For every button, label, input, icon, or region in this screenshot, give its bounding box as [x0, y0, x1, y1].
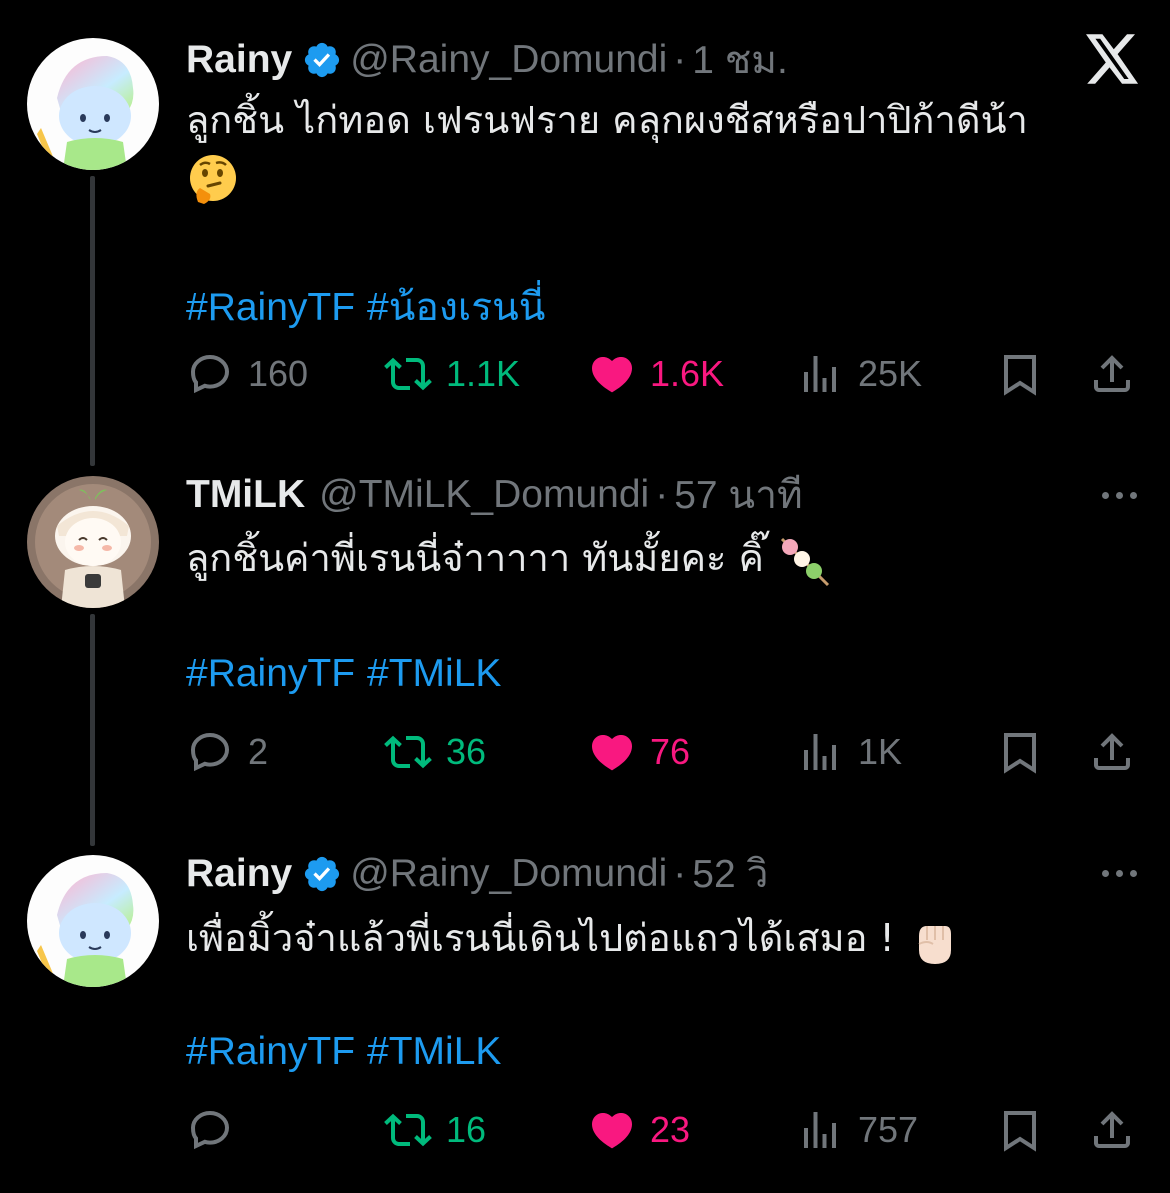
- share-icon: [1094, 1111, 1130, 1148]
- reply-icon: [190, 354, 230, 394]
- tweet-actions: 16 23 757: [186, 1102, 1146, 1158]
- share-icon: [1094, 355, 1130, 392]
- bookmark-button[interactable]: [996, 724, 1044, 780]
- views-button[interactable]: 1K: [796, 724, 902, 780]
- like-count: 76: [650, 731, 691, 772]
- separator-dot: ·: [655, 473, 669, 516]
- avatar-rainy-image: [27, 855, 159, 987]
- tweet-text-line: ลูกชิ้น ไก่ทอด เฟรนฟราย คลุกผงชีสหรือปาป…: [186, 98, 1028, 142]
- separator-dot: ·: [673, 38, 687, 81]
- raised-fist-icon: [918, 925, 951, 964]
- tweet-actions: 2 36 76 1K: [186, 724, 1146, 780]
- handle[interactable]: @TMiLK_Domundi: [319, 473, 649, 517]
- hashtag-link[interactable]: #น้องเรนนี่: [367, 286, 545, 329]
- timestamp[interactable]: 57 นาที: [674, 464, 802, 526]
- reply-count: 160: [248, 353, 309, 394]
- avatar-tmilk[interactable]: [27, 476, 159, 608]
- share-button[interactable]: [1088, 1102, 1136, 1158]
- share-button[interactable]: [1088, 346, 1136, 402]
- display-name[interactable]: TMiLK: [186, 473, 305, 517]
- like-button[interactable]: 1.6K: [588, 346, 724, 402]
- like-count: 23: [650, 1109, 691, 1150]
- like-icon: [591, 735, 633, 771]
- bookmark-icon: [1004, 1111, 1036, 1152]
- tweet-header: Rainy @Rainy_Domundi · 1 ชม.: [186, 35, 788, 85]
- views-icon: [804, 356, 836, 392]
- handle[interactable]: @Rainy_Domundi: [350, 852, 667, 896]
- retweet-icon: [384, 735, 432, 769]
- more-icon[interactable]: [1102, 492, 1137, 499]
- views-count: 757: [858, 1109, 919, 1150]
- retweet-count: 16: [446, 1109, 487, 1150]
- timestamp[interactable]: 52 วิ: [692, 843, 768, 905]
- verified-badge-icon[interactable]: [302, 40, 342, 80]
- retweet-icon: [384, 1113, 432, 1147]
- timestamp[interactable]: 1 ชม.: [692, 29, 788, 91]
- like-icon: [591, 1113, 633, 1149]
- hashtags: #RainyTF #TMiLK: [186, 652, 513, 696]
- verified-badge-icon[interactable]: [302, 854, 342, 894]
- tweet-header: Rainy @Rainy_Domundi · 52 วิ: [186, 849, 768, 899]
- views-button[interactable]: 25K: [796, 346, 922, 402]
- handle[interactable]: @Rainy_Domundi: [350, 38, 667, 82]
- retweet-count: 36: [446, 731, 487, 772]
- retweet-button[interactable]: 1.1K: [384, 346, 520, 402]
- views-icon: [804, 734, 836, 770]
- thread-line-1: [90, 176, 95, 466]
- views-button[interactable]: 757: [796, 1102, 918, 1158]
- share-button[interactable]: [1088, 724, 1136, 780]
- views-icon: [804, 1112, 836, 1148]
- thread-line-2: [90, 614, 95, 846]
- hashtag-link[interactable]: #TMiLK: [367, 652, 501, 695]
- bookmark-button[interactable]: [996, 1102, 1044, 1158]
- reply-icon: [190, 1110, 230, 1150]
- x-logo-icon[interactable]: [1086, 34, 1140, 84]
- avatar-tmilk-image: [27, 476, 159, 608]
- bookmark-icon: [1004, 733, 1036, 774]
- thinking-face-icon: [190, 154, 236, 204]
- tweet-actions: 160 1.1K 1.6K 25K: [186, 346, 1146, 402]
- like-count: 1.6K: [650, 353, 725, 394]
- bookmark-icon: [1004, 355, 1036, 396]
- like-button[interactable]: 76: [588, 724, 690, 780]
- avatar-rainy[interactable]: [27, 38, 159, 170]
- reply-button[interactable]: 160: [186, 346, 308, 402]
- display-name[interactable]: Rainy: [186, 852, 292, 896]
- reply-button[interactable]: 2: [186, 724, 268, 780]
- views-count: 1K: [858, 731, 903, 772]
- avatar-rainy[interactable]: [27, 855, 159, 987]
- tweet-text-line: เพื่อมิ้วจ๋าแล้วพี่เรนนี่เดินไปต่อแถวได้…: [186, 916, 895, 960]
- avatar-rainy-image: [27, 38, 159, 170]
- dango-icon: [780, 537, 830, 586]
- more-icon[interactable]: [1102, 870, 1137, 877]
- hashtag-link[interactable]: #RainyTF: [186, 286, 355, 329]
- separator-dot: ·: [673, 852, 687, 895]
- views-count: 25K: [858, 353, 923, 394]
- reply-count: 2: [248, 731, 269, 772]
- tweet-text: เพื่อมิ้วจ๋าแล้วพี่เรนนี่เดินไปต่อแถวได้…: [186, 910, 961, 968]
- retweet-count: 1.1K: [446, 353, 521, 394]
- hashtags: #RainyTF #น้องเรนนี่: [186, 276, 557, 338]
- like-button[interactable]: 23: [588, 1102, 690, 1158]
- retweet-button[interactable]: 16: [384, 1102, 486, 1158]
- tweet-text: ลูกชิ้นค่าพี่เรนนี่จ๋าาาาา ทันมั้ยคะ คิ๊: [186, 530, 832, 589]
- hashtags: #RainyTF #TMiLK: [186, 1030, 513, 1074]
- display-name[interactable]: Rainy: [186, 38, 292, 82]
- like-icon: [591, 357, 633, 393]
- reply-button[interactable]: [186, 1102, 248, 1158]
- bookmark-button[interactable]: [996, 346, 1044, 402]
- share-icon: [1094, 733, 1130, 770]
- hashtag-link[interactable]: #TMiLK: [367, 1030, 501, 1073]
- tweet-header: TMiLK @TMiLK_Domundi · 57 นาที: [186, 470, 803, 520]
- hashtag-link[interactable]: #RainyTF: [186, 652, 355, 695]
- reply-icon: [190, 732, 230, 772]
- hashtag-link[interactable]: #RainyTF: [186, 1030, 355, 1073]
- tweet-text: ลูกชิ้น ไก่ทอด เฟรนฟราย คลุกผงชีสหรือปาป…: [186, 92, 1028, 206]
- tweet-text-line: ลูกชิ้นค่าพี่เรนนี่จ๋าาาาา ทันมั้ยคะ คิ๊: [186, 536, 764, 580]
- retweet-button[interactable]: 36: [384, 724, 486, 780]
- retweet-icon: [384, 357, 432, 391]
